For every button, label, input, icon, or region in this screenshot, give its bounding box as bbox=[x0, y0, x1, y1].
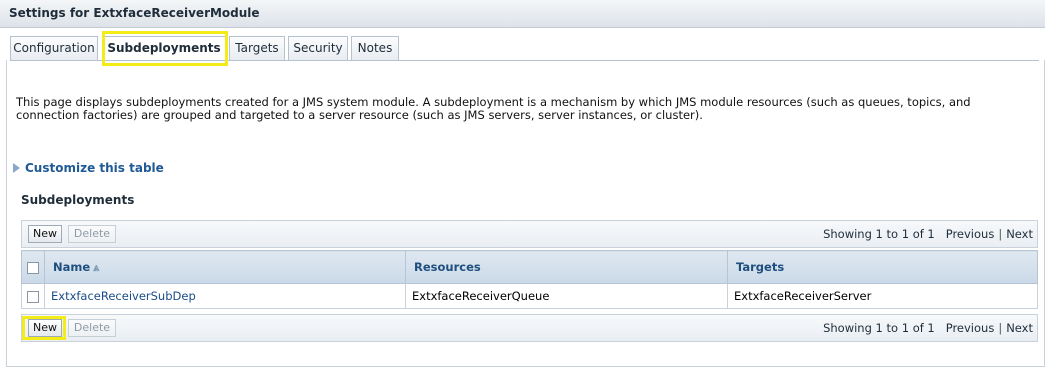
resources-cell: ExtxfaceReceiverQueue bbox=[405, 283, 728, 309]
name-cell: ExtxfaceReceiverSubDep bbox=[44, 283, 406, 309]
paging-separator: | bbox=[998, 227, 1003, 241]
new-button-bottom[interactable]: New bbox=[28, 319, 62, 337]
tab-security[interactable]: Security bbox=[288, 36, 348, 60]
customize-label: Customize this table bbox=[25, 161, 164, 175]
select-all-checkbox[interactable] bbox=[27, 261, 39, 274]
next-link[interactable]: Next bbox=[1006, 227, 1033, 241]
section-title: Subdeployments bbox=[21, 193, 135, 207]
next-link-bottom[interactable]: Next bbox=[1006, 321, 1033, 335]
sort-ascending-icon: ⩓ bbox=[93, 260, 100, 274]
subdeployments-table: Name ⩓ Resources Targets ExtxfaceReceiver… bbox=[21, 250, 1038, 309]
table-header-row: Name ⩓ Resources Targets bbox=[21, 250, 1038, 284]
previous-link-bottom[interactable]: Previous bbox=[946, 321, 995, 335]
expand-triangle-icon bbox=[13, 163, 20, 173]
delete-button: Delete bbox=[68, 225, 116, 243]
targets-cell: ExtxfaceReceiverServer bbox=[727, 283, 1038, 309]
page-header: Settings for ExtxfaceReceiverModule bbox=[0, 0, 1045, 28]
pagination-bottom: Showing 1 to 1 of 1 Previous | Next bbox=[823, 321, 1033, 335]
table-row: ExtxfaceReceiverSubDep ExtxfaceReceiverQ… bbox=[21, 283, 1038, 309]
delete-button-bottom: Delete bbox=[68, 319, 116, 337]
tab-notes[interactable]: Notes bbox=[351, 36, 399, 60]
column-header-resources[interactable]: Resources bbox=[405, 250, 728, 284]
page-title: Settings for ExtxfaceReceiverModule bbox=[9, 6, 260, 20]
subdeployment-link[interactable]: ExtxfaceReceiverSubDep bbox=[51, 289, 196, 303]
table-toolbar-bottom: New Delete Showing 1 to 1 of 1 Previous |… bbox=[21, 314, 1038, 342]
column-header-targets[interactable]: Targets bbox=[727, 250, 1038, 284]
new-button[interactable]: New bbox=[28, 225, 62, 243]
paging-separator-bottom: | bbox=[998, 321, 1003, 335]
name-header-label: Name bbox=[53, 259, 91, 274]
tab-targets[interactable]: Targets bbox=[229, 36, 285, 60]
tab-subdeployments[interactable]: Subdeployments bbox=[102, 36, 226, 61]
page-description: This page displays subdeployments create… bbox=[16, 95, 971, 122]
select-all-header bbox=[21, 250, 45, 284]
paging-status-bottom: Showing 1 to 1 of 1 bbox=[823, 321, 935, 335]
customize-table-link[interactable]: Customize this table bbox=[13, 161, 164, 175]
column-header-name[interactable]: Name ⩓ bbox=[44, 250, 406, 284]
tab-configuration[interactable]: Configuration bbox=[10, 36, 98, 60]
pagination: Showing 1 to 1 of 1 Previous | Next bbox=[823, 227, 1033, 241]
previous-link[interactable]: Previous bbox=[946, 227, 995, 241]
row-checkbox[interactable] bbox=[27, 290, 39, 303]
paging-status: Showing 1 to 1 of 1 bbox=[823, 227, 935, 241]
row-select-cell bbox=[21, 283, 45, 309]
table-toolbar-top: New Delete Showing 1 to 1 of 1 Previous |… bbox=[21, 220, 1038, 248]
